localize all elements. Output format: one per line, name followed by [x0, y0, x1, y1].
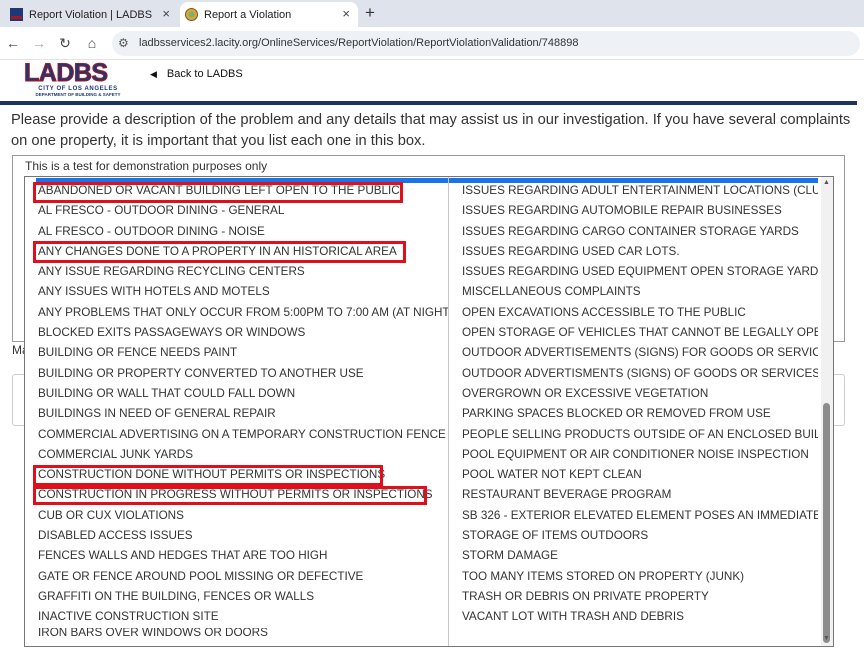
browser-toolbar: ← → ↻ ⌂ ⚙ ladbsservices2.lacity.org/Onli… — [0, 27, 864, 60]
dropdown-option[interactable]: POOL EQUIPMENT OR AIR CONDITIONER NOISE … — [462, 445, 818, 465]
dropdown-option[interactable]: MISCELLANEOUS COMPLAINTS — [462, 282, 818, 302]
tab-report-a-violation[interactable]: Report a Violation × — [180, 2, 358, 27]
column-separator — [448, 177, 449, 646]
scroll-down-icon[interactable]: ▼ — [823, 635, 830, 642]
dropdown-option[interactable]: PARKING SPACES BLOCKED OR REMOVED FROM U… — [462, 404, 818, 424]
ladbs-logo[interactable]: LADBS CITY OF LOS ANGELES DEPARTMENT OF … — [24, 60, 132, 98]
dropdown-option[interactable]: BUILDINGS IN NEED OF GENERAL REPAIR — [38, 404, 448, 424]
reload-icon[interactable]: ↻ — [57, 35, 73, 51]
dropdown-option[interactable]: PEOPLE SELLING PRODUCTS OUTSIDE OF AN EN… — [462, 425, 818, 445]
dropdown-option[interactable]: ISSUES REGARDING USED CAR LOTS. — [462, 242, 818, 262]
tab-report-violation-ladbs[interactable]: Report Violation | LADBS × — [6, 2, 178, 27]
dropdown-option[interactable]: STORAGE OF ITEMS OUTDOORS — [462, 526, 818, 546]
ladbs-favicon-icon — [10, 8, 23, 21]
dropdown-option[interactable]: OUTDOOR ADVERTISEMENTS (SIGNS) FOR GOODS… — [462, 343, 818, 363]
red-annotation-box — [33, 241, 406, 263]
back-arrow-icon[interactable]: ← — [5, 35, 21, 51]
dropdown-option[interactable]: SB 326 - EXTERIOR ELEVATED ELEMENT POSES… — [462, 506, 818, 526]
tab-title: Report a Violation — [204, 8, 292, 21]
dropdown-option[interactable]: RESTAURANT BEVERAGE PROGRAM — [462, 485, 818, 505]
dropdown-option[interactable]: TRASH OR DEBRIS ON PRIVATE PROPERTY — [462, 587, 818, 607]
dropdown-option[interactable]: IRON BARS OVER WINDOWS OR DOORS — [38, 628, 448, 638]
new-tab-button[interactable]: + — [365, 3, 375, 23]
dropdown-option[interactable]: ISSUES REGARDING AUTOMOBILE REPAIR BUSIN… — [462, 201, 818, 221]
logo-wordmark: LADBS — [24, 59, 109, 87]
dropdown-option[interactable]: FENCES WALLS AND HEDGES THAT ARE TOO HIG… — [38, 546, 448, 566]
dropdown-option[interactable]: BUILDING OR FENCE NEEDS PAINT — [38, 343, 448, 363]
red-annotation-box — [33, 465, 383, 486]
dropdown-option[interactable]: BUILDING OR PROPERTY CONVERTED TO ANOTHE… — [38, 364, 448, 384]
dropdown-option[interactable]: GATE OR FENCE AROUND POOL MISSING OR DEF… — [38, 567, 448, 587]
browser-tab-strip: Report Violation | LADBS × Report a Viol… — [0, 0, 864, 27]
dropdown-option[interactable]: COMMERCIAL JUNK YARDS — [38, 445, 448, 465]
site-info-icon[interactable]: ⚙ — [118, 36, 129, 50]
red-annotation-box — [33, 486, 427, 505]
dropdown-option[interactable]: BUILDING OR WALL THAT COULD FALL DOWN — [38, 384, 448, 404]
dropdown-option[interactable]: GRAFFITI ON THE BUILDING, FENCES OR WALL… — [38, 587, 448, 607]
dropdown-option[interactable]: AL FRESCO - OUTDOOR DINING - GENERAL — [38, 201, 448, 221]
dropdown-option[interactable]: VACANT LOT WITH TRASH AND DEBRIS — [462, 607, 818, 627]
dropdown-option[interactable]: ISSUES REGARDING USED EQUIPMENT OPEN STO… — [462, 262, 818, 282]
back-to-ladbs-link[interactable]: ◀ Back to LADBS — [150, 68, 243, 80]
violation-type-dropdown-list[interactable]: ABANDONED OR VACANT BUILDING LEFT OPEN T… — [24, 176, 834, 647]
dropdown-option[interactable]: CUB OR CUX VIOLATIONS — [38, 506, 448, 526]
dropdown-option[interactable]: OUTDOOR ADVERTISMENTS (SIGNS) OF GOODS O… — [462, 364, 818, 384]
back-link-label: Back to LADBS — [166, 68, 243, 80]
close-tab-icon[interactable]: × — [342, 6, 350, 21]
description-instructions: Please provide a description of the prob… — [11, 112, 851, 149]
options-column-right: ISSUES REGARDING ADULT ENTERTAINMENT LOC… — [462, 181, 818, 628]
left-triangle-icon: ◀ — [150, 68, 157, 79]
dropdown-option[interactable]: BLOCKED EXITS PASSAGEWAYS OR WINDOWS — [38, 323, 448, 343]
tab-title: Report Violation | LADBS — [29, 8, 153, 21]
dropdown-option[interactable]: COMMERCIAL ADVERTISING ON A TEMPORARY CO… — [38, 425, 448, 445]
forward-arrow-icon[interactable]: → — [31, 35, 47, 51]
dropdown-option[interactable]: INACTIVE CONSTRUCTION SITE — [38, 607, 448, 627]
dropdown-option[interactable]: STORM DAMAGE — [462, 546, 818, 566]
dropdown-option[interactable]: OPEN EXCAVATIONS ACCESSIBLE TO THE PUBLI… — [462, 303, 818, 323]
dropdown-option[interactable]: OVERGROWN OR EXCESSIVE VEGETATION — [462, 384, 818, 404]
logo-department-line: DEPARTMENT OF BUILDING & SAFETY — [35, 92, 121, 97]
dropdown-option[interactable]: AL FRESCO - OUTDOOR DINING - NOISE — [38, 222, 448, 242]
dropdown-option[interactable]: TOO MANY ITEMS STORED ON PROPERTY (JUNK) — [462, 567, 818, 587]
dropdown-option[interactable]: DISABLED ACCESS ISSUES — [38, 526, 448, 546]
dropdown-option[interactable]: OPEN STORAGE OF VEHICLES THAT CANNOT BE … — [462, 323, 818, 343]
dropdown-option[interactable]: ANY ISSUE REGARDING RECYCLING CENTERS — [38, 262, 448, 282]
close-tab-icon[interactable]: × — [162, 6, 170, 21]
dropdown-option[interactable]: ANY ISSUES WITH HOTELS AND MOTELS — [38, 282, 448, 302]
scroll-up-icon[interactable]: ▲ — [823, 179, 830, 186]
dropdown-option[interactable]: ISSUES REGARDING ADULT ENTERTAINMENT LOC… — [462, 181, 818, 201]
header-divider — [0, 101, 857, 105]
dropdown-option[interactable]: ANY PROBLEMS THAT ONLY OCCUR FROM 5:00PM… — [38, 303, 448, 323]
home-icon[interactable]: ⌂ — [84, 35, 100, 51]
dropdown-option[interactable]: ISSUES REGARDING CARGO CONTAINER STORAGE… — [462, 222, 818, 242]
description-value: This is a test for demonstration purpose… — [25, 159, 268, 173]
dropdown-scroll-thumb[interactable] — [823, 403, 830, 643]
dropdown-option[interactable]: POOL WATER NOT KEPT CLEAN — [462, 465, 818, 485]
url-text[interactable]: ladbsservices2.lacity.org/OnlineServices… — [139, 37, 578, 49]
city-seal-favicon-icon — [185, 8, 198, 21]
red-annotation-box — [33, 182, 403, 203]
